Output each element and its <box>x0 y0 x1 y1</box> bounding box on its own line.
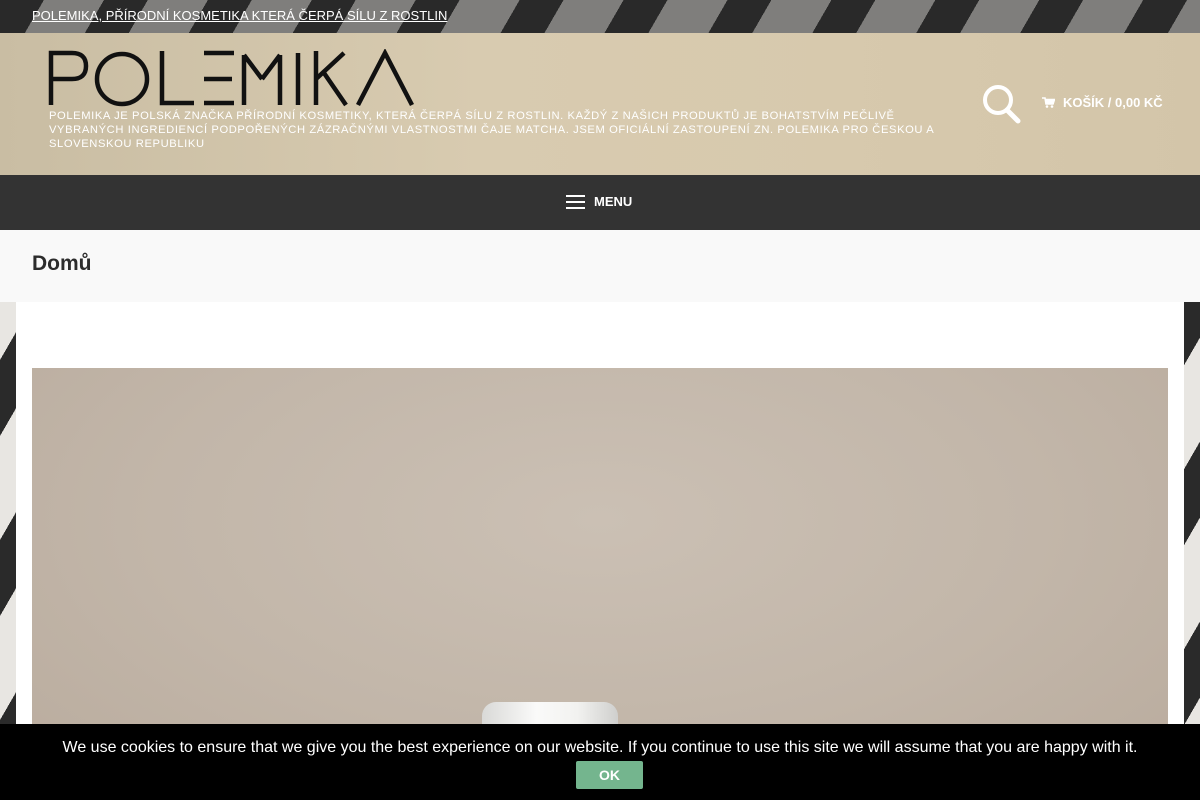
cookie-banner: We use cookies to ensure that we give yo… <box>0 724 1200 800</box>
cookie-ok-button[interactable]: OK <box>576 761 643 789</box>
page-title-bar: Domů <box>0 230 1200 302</box>
cookie-message: We use cookies to ensure that we give yo… <box>62 739 1138 756</box>
menu-button[interactable]: MENU <box>566 194 632 209</box>
cart-link[interactable]: KOŠÍK / 0,00 KČ <box>1042 95 1163 110</box>
cart-icon <box>1042 97 1055 108</box>
main-navigation: MENU <box>0 175 1200 230</box>
top-bar-link[interactable]: POLEMIKA, PŘÍRODNÍ KOSMETIKA KTERÁ ČERPÁ… <box>32 8 447 23</box>
page-title: Domů <box>32 252 92 275</box>
hamburger-icon <box>566 194 585 209</box>
menu-label: MENU <box>594 194 633 209</box>
cart-label: KOŠÍK / 0,00 KČ <box>1063 95 1163 110</box>
search-icon[interactable] <box>982 83 1022 125</box>
top-bar: POLEMIKA, PŘÍRODNÍ KOSMETIKA KTERÁ ČERPÁ… <box>0 0 1200 33</box>
site-header: POLEMIKA JE POLSKÁ ZNAČKA PŘÍRODNÍ KOSME… <box>0 33 1200 175</box>
site-tagline: POLEMIKA JE POLSKÁ ZNAČKA PŘÍRODNÍ KOSME… <box>49 110 934 150</box>
polemika-logo[interactable] <box>48 49 416 107</box>
